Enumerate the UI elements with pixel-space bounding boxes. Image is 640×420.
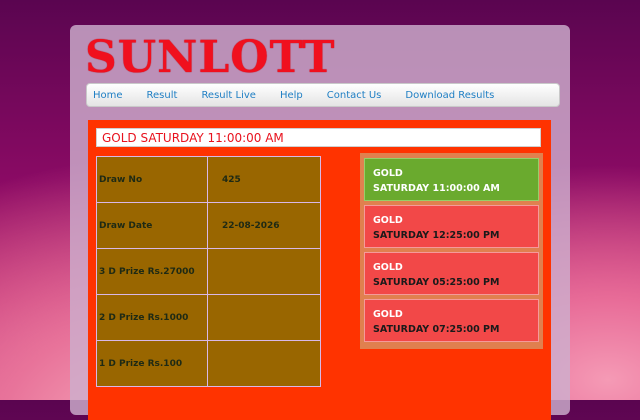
row-label: Draw Date <box>96 202 208 249</box>
draw-title: GOLD SATURDAY 11:00:00 AM <box>96 128 541 147</box>
main-nav: Home Result Result Live Help Contact Us … <box>86 83 560 107</box>
draw-item[interactable]: GOLD SATURDAY 11:00:00 AM <box>364 158 539 201</box>
draw-name: GOLD <box>373 215 403 226</box>
site-logo[interactable]: SUNLOTT <box>85 29 336 87</box>
draw-time: SATURDAY 05:25:00 PM <box>373 277 500 288</box>
table-row: Draw Date 22-08-2026 <box>96 202 321 249</box>
draw-item[interactable]: GOLD SATURDAY 07:25:00 PM <box>364 299 539 342</box>
nav-result-live[interactable]: Result Live <box>201 90 256 101</box>
results-panel: GOLD SATURDAY 11:00:00 AM Draw No 425 Dr… <box>88 120 551 420</box>
row-label: 3 D Prize Rs.27000 <box>96 248 208 295</box>
draw-name: GOLD <box>373 262 403 273</box>
draw-item[interactable]: GOLD SATURDAY 12:25:00 PM <box>364 205 539 248</box>
row-label: 2 D Prize Rs.1000 <box>96 294 208 341</box>
nav-result[interactable]: Result <box>147 90 178 101</box>
draw-time: SATURDAY 11:00:00 AM <box>373 183 500 194</box>
table-row: Draw No 425 <box>96 156 321 203</box>
table-row: 2 D Prize Rs.1000 <box>96 294 321 341</box>
row-label: 1 D Prize Rs.100 <box>96 340 208 387</box>
nav-home[interactable]: Home <box>93 90 123 101</box>
row-value: 22-08-2026 <box>207 202 321 249</box>
draw-time: SATURDAY 12:25:00 PM <box>373 230 500 241</box>
draw-name: GOLD <box>373 168 403 179</box>
row-value <box>207 340 321 387</box>
nav-contact-us[interactable]: Contact Us <box>327 90 382 101</box>
draw-name: GOLD <box>373 309 403 320</box>
result-table: Draw No 425 Draw Date 22-08-2026 3 D Pri… <box>96 156 321 387</box>
table-row: 3 D Prize Rs.27000 <box>96 248 321 295</box>
nav-download-results[interactable]: Download Results <box>405 90 494 101</box>
row-value: 425 <box>207 156 321 203</box>
row-value <box>207 294 321 341</box>
draw-list: GOLD SATURDAY 11:00:00 AM GOLD SATURDAY … <box>360 153 543 349</box>
table-row: 1 D Prize Rs.100 <box>96 340 321 387</box>
draw-item[interactable]: GOLD SATURDAY 05:25:00 PM <box>364 252 539 295</box>
nav-help[interactable]: Help <box>280 90 303 101</box>
draw-time: SATURDAY 07:25:00 PM <box>373 324 500 335</box>
row-value <box>207 248 321 295</box>
row-label: Draw No <box>96 156 208 203</box>
page-container: SUNLOTT Home Result Result Live Help Con… <box>70 25 570 420</box>
